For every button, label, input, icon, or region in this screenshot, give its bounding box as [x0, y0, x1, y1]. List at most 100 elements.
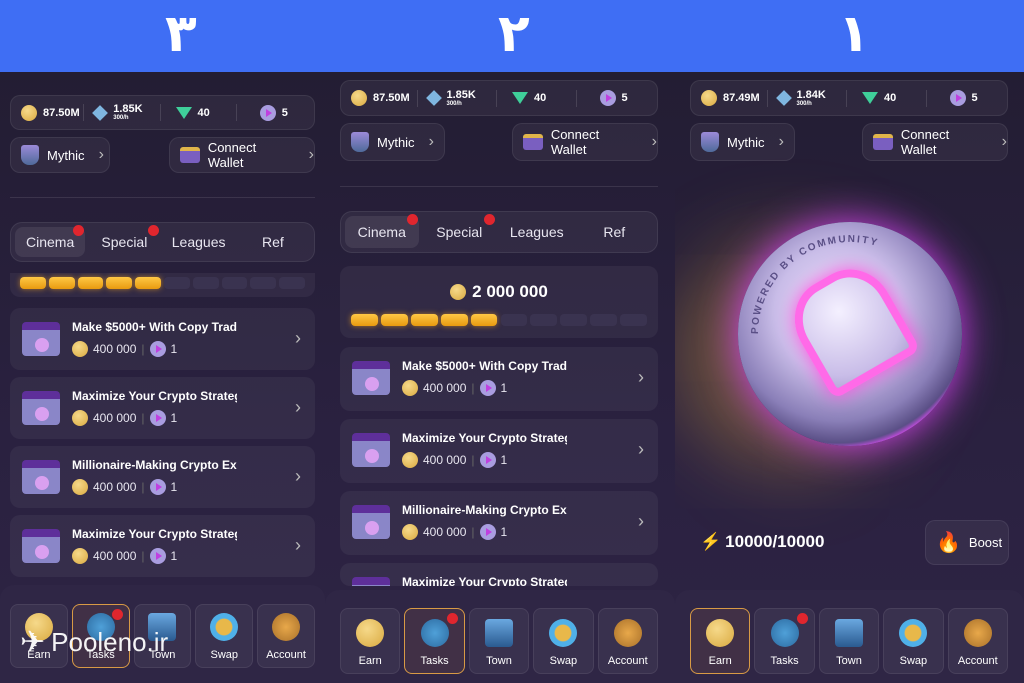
phone-screen-1: 87.50M 1.85K 300/h 40 5 Mythic › Connect Wa… — [0, 72, 325, 683]
nav-label: Swap — [549, 655, 578, 667]
divider — [10, 197, 315, 198]
ticket-icon — [479, 380, 496, 396]
tab-label: Ref — [261, 234, 284, 250]
task-reward: 400 000 — [423, 525, 467, 539]
task-item[interactable]: Make $5000+ With Copy Tradir 400 000 | 1 › — [340, 347, 658, 411]
task-item[interactable]: Make $5000+ With Copy Tradir 400 000 | 1 › — [10, 308, 315, 370]
account-icon — [272, 613, 301, 641]
league-label: Mythic — [727, 134, 765, 150]
nav-tasks[interactable]: Tasks — [404, 608, 465, 674]
nav-label: Tasks — [770, 655, 799, 667]
task-tickets: 1 — [500, 381, 508, 395]
wallet-label: Connect Wallet — [900, 127, 950, 157]
step-label-2: ۲ — [498, 4, 530, 64]
ticket-balance: 5 — [971, 92, 978, 104]
balance-bar: 87.50M 1.85K 300/h 40 5 — [340, 80, 658, 116]
ticket-icon — [949, 90, 966, 106]
nav-swap[interactable]: Swap — [883, 608, 944, 674]
nav-earn[interactable]: Earn — [340, 608, 401, 674]
nav-label: Tasks — [420, 655, 449, 667]
nav-account[interactable]: Account — [257, 604, 315, 668]
task-title: Maximize Your Crypto Strategy — [402, 431, 567, 445]
nav-account[interactable]: Account — [597, 608, 658, 674]
task-item[interactable]: Maximize Your Crypto Strategy 400 000 | 1 … — [10, 515, 315, 577]
cube-rate: 300/h — [446, 100, 462, 107]
gem-icon — [512, 92, 528, 104]
nav-tasks[interactable]: Tasks — [754, 608, 815, 674]
chevron-right-icon: › — [638, 439, 644, 459]
nav-town[interactable]: Town — [818, 608, 880, 674]
coin-icon — [72, 548, 88, 564]
town-icon — [484, 619, 513, 647]
tap-coin[interactable]: POWERED BY COMMUNITY — [737, 222, 962, 446]
wallet-icon — [180, 147, 200, 163]
tab-leagues[interactable]: Leagues — [164, 227, 234, 257]
progress-segment — [470, 314, 498, 326]
tab-ref[interactable]: Ref — [238, 227, 308, 257]
coin-balance: 87.49M — [723, 92, 760, 104]
chevron-right-icon: › — [638, 511, 644, 531]
boost-button[interactable]: 🔥 Boost — [925, 520, 1009, 565]
nav-town[interactable]: Town — [468, 608, 530, 674]
connect-wallet-button[interactable]: Connect Wallet › — [169, 137, 315, 173]
progress-segment — [135, 277, 161, 289]
phone-screen-3: 87.49M 1.84K 300/h 40 5 Mythic › Connect Wa… — [675, 72, 1024, 683]
nav-label: Town — [486, 655, 512, 667]
trophy-icon — [701, 132, 719, 152]
task-item[interactable]: Maximize Your Crypto Strategy — [340, 563, 658, 586]
tab-leagues[interactable]: Leagues — [500, 216, 574, 248]
task-item[interactable]: Millionaire-Making Crypto Excl 400 000 | 1… — [340, 491, 658, 555]
task-item[interactable]: Millionaire-Making Crypto Excl 400 000 | 1… — [10, 446, 315, 508]
progress-segment — [440, 314, 468, 326]
nav-swap[interactable]: Swap — [195, 604, 254, 668]
nav-label: Account — [957, 655, 998, 667]
wallet-label: Connect Wallet — [207, 140, 257, 170]
task-title: Maximize Your Crypto Strategy — [72, 389, 237, 403]
ticket-icon — [149, 341, 166, 357]
nav-label: Earn — [708, 655, 732, 667]
tab-ref[interactable]: Ref — [578, 216, 652, 248]
tab-label: Leagues — [171, 234, 226, 250]
watermark-text: Pooleno.ir — [51, 627, 169, 657]
cube-balance: 1.85K — [113, 103, 143, 115]
task-item[interactable]: Maximize Your Crypto Strategy 400 000 | 1 … — [340, 419, 658, 483]
tab-label: Cinema — [357, 224, 406, 240]
nav-earn[interactable]: Earn — [690, 608, 751, 674]
cube-balance: 1.85K — [446, 88, 476, 101]
tab-label: Cinema — [26, 234, 75, 250]
notification-dot — [147, 225, 159, 236]
nav-label: Town — [836, 655, 862, 667]
cube-balance: 1.84K — [796, 88, 826, 101]
earn-icon — [356, 619, 385, 647]
cube-icon — [775, 90, 792, 106]
task-tickets: 1 — [500, 525, 508, 539]
notification-dot — [446, 613, 458, 624]
chevron-right-icon: › — [295, 466, 301, 486]
connect-wallet-button[interactable]: Connect Wallet › — [512, 123, 658, 161]
cube-rate: 300/h — [796, 100, 812, 107]
ticket-balance: 5 — [621, 92, 628, 104]
league-button[interactable]: Mythic › — [340, 123, 445, 161]
coin-icon — [351, 90, 367, 106]
chevron-right-icon: › — [295, 328, 301, 348]
progress-segment — [250, 277, 277, 289]
nav-account[interactable]: Account — [947, 608, 1008, 674]
progress-segment — [500, 314, 528, 326]
energy-meter: ⚡ 10000/10000 — [700, 532, 824, 552]
connect-wallet-button[interactable]: Connect Wallet › — [862, 123, 1008, 161]
gem-balance: 40 — [534, 92, 547, 104]
task-reward: 400 000 — [423, 381, 467, 395]
ticket-icon — [149, 548, 166, 564]
nav-swap[interactable]: Swap — [533, 608, 594, 674]
task-tickets: 1 — [170, 342, 178, 356]
tab-label: Leagues — [509, 224, 564, 240]
league-button[interactable]: Mythic › — [10, 137, 110, 173]
league-button[interactable]: Mythic › — [690, 123, 795, 161]
swap-icon — [549, 619, 578, 647]
svg-text:POWERED BY COMMUNITY: POWERED BY COMMUNITY — [749, 234, 879, 334]
chevron-right-icon: › — [651, 133, 657, 150]
lightning-icon: ⚡ — [700, 532, 722, 551]
task-item[interactable]: Maximize Your Crypto Strategy 400 000 | 1 … — [10, 377, 315, 439]
coin-icon — [450, 284, 467, 300]
task-reward: 400 000 — [93, 549, 137, 563]
